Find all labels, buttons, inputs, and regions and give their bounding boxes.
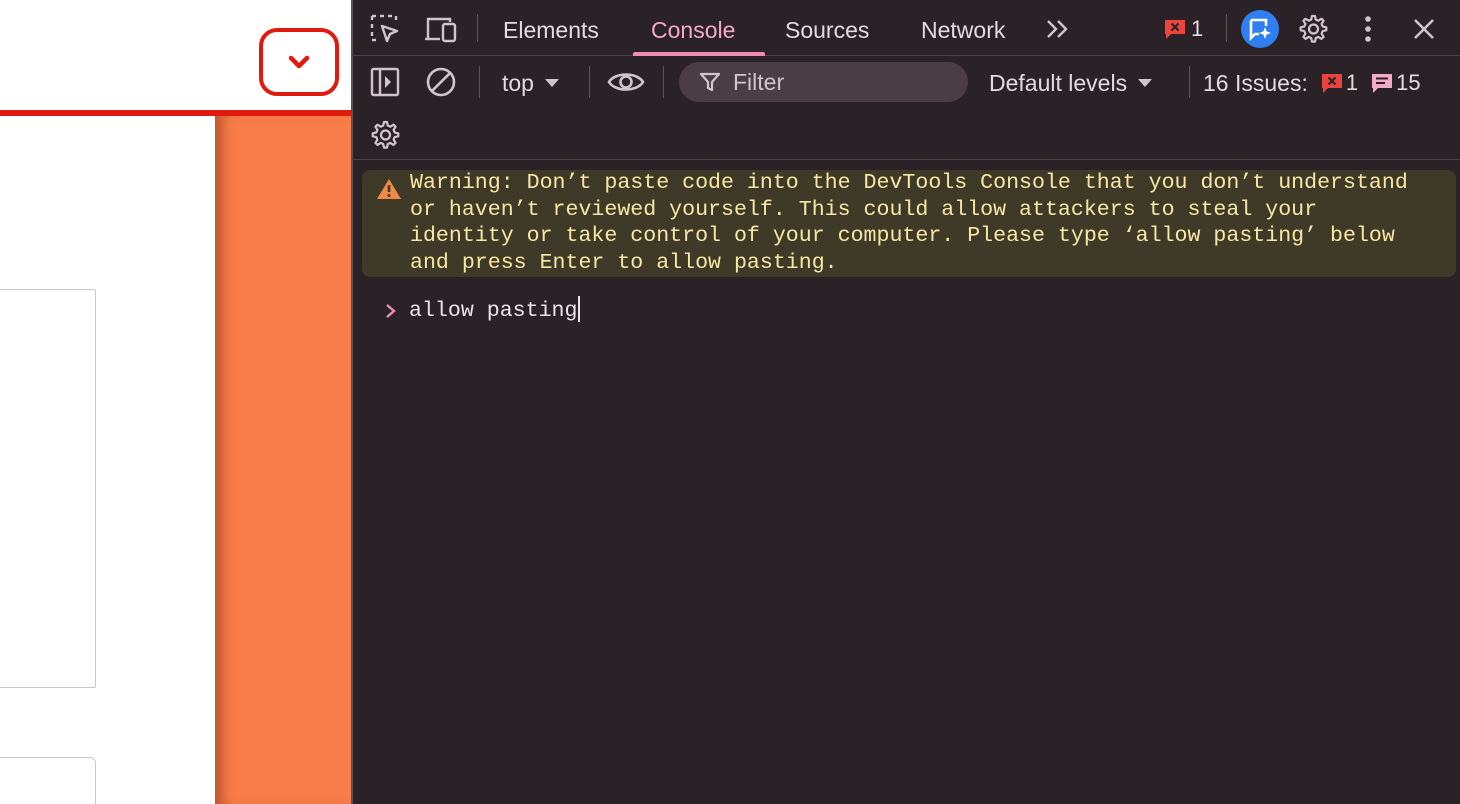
filter-funnel-icon: [699, 72, 721, 92]
issues-info-count: 15: [1396, 70, 1421, 95]
block-circle-icon: [426, 67, 456, 97]
toggle-sidebar-button[interactable]: [369, 66, 401, 98]
console-settings-row: [353, 110, 1460, 160]
tab-console[interactable]: Console: [651, 0, 735, 55]
vertical-dots-icon: [1365, 16, 1371, 42]
side-strip: [215, 116, 351, 804]
devtools-tab-bar: Elements Console Sources Network 1: [353, 0, 1460, 56]
console-prompt[interactable]: allow pasting: [353, 295, 1460, 327]
active-tab-indicator: [633, 52, 765, 56]
errors-badge[interactable]: 1: [1163, 14, 1215, 44]
sidebar-toggle-icon: [370, 67, 400, 97]
clear-console-button[interactable]: [425, 66, 457, 98]
live-expression-button[interactable]: [606, 66, 646, 98]
caret-down-icon: [544, 79, 559, 87]
filter-field[interactable]: [679, 62, 968, 102]
gear-icon: [1299, 14, 1328, 43]
console-settings-button[interactable]: [367, 118, 401, 152]
filter-input[interactable]: [731, 67, 955, 97]
chevron-down-icon: [288, 55, 310, 69]
device-toggle-icon: [425, 17, 457, 43]
web-page-viewport: [0, 0, 351, 804]
toolbar-separator: [589, 66, 590, 98]
text-caret: [578, 296, 581, 322]
more-options-button[interactable]: [1353, 12, 1383, 46]
double-chevron-right-icon: [1047, 20, 1068, 38]
tab-sources[interactable]: Sources: [785, 0, 869, 55]
more-tabs-button[interactable]: [1043, 14, 1073, 44]
devtools-panel: Elements Console Sources Network 1 top F…: [351, 0, 1460, 804]
log-levels-label: Default levels: [989, 69, 1128, 96]
settings-button[interactable]: [1295, 12, 1329, 46]
content-card: [0, 757, 96, 804]
info-message-icon: [1372, 74, 1393, 93]
prompt-chevron-icon: [386, 304, 396, 318]
tab-network[interactable]: Network: [921, 0, 1005, 55]
ai-assistance-button[interactable]: [1241, 10, 1279, 48]
toolbar-separator: [477, 14, 478, 42]
issues-label: 16 Issues:: [1203, 69, 1308, 96]
content-card: [0, 289, 96, 688]
console-input-value: allow pasting: [409, 299, 578, 323]
close-devtools-button[interactable]: [1407, 12, 1441, 46]
toolbar-separator: [663, 66, 664, 98]
tab-elements[interactable]: Elements: [503, 0, 599, 55]
log-levels-dropdown[interactable]: Default levels: [989, 67, 1153, 99]
inspect-element-button[interactable]: [367, 12, 403, 46]
gear-icon: [371, 120, 400, 149]
issues-button[interactable]: 16 Issues: 1 15: [1203, 67, 1421, 99]
context-selector[interactable]: top: [502, 67, 560, 99]
error-message-icon: [1165, 20, 1185, 39]
caret-down-icon: [1138, 79, 1153, 87]
close-icon: [1414, 19, 1434, 39]
ai-sparkle-chat-icon: [1249, 18, 1271, 42]
inspect-cursor-icon: [370, 14, 399, 43]
console-input[interactable]: allow pasting: [409, 296, 581, 325]
toolbar-separator: [1189, 66, 1190, 98]
device-toolbar-button[interactable]: [423, 12, 459, 46]
expand-dropdown-button[interactable]: [259, 28, 339, 96]
issues-error-count: 1: [1345, 70, 1359, 95]
context-label: top: [502, 69, 534, 96]
warning-text: Warning: Don’t paste code into the DevTo…: [410, 171, 1421, 275]
eye-icon: [607, 73, 645, 91]
warning-triangle-icon: [377, 179, 401, 199]
toolbar-separator: [479, 66, 480, 98]
error-message-icon: [1321, 74, 1342, 93]
console-warning-message: Warning: Don’t paste code into the DevTo…: [362, 170, 1456, 277]
toolbar-separator: [1226, 14, 1227, 42]
error-count: 1: [1191, 16, 1204, 41]
